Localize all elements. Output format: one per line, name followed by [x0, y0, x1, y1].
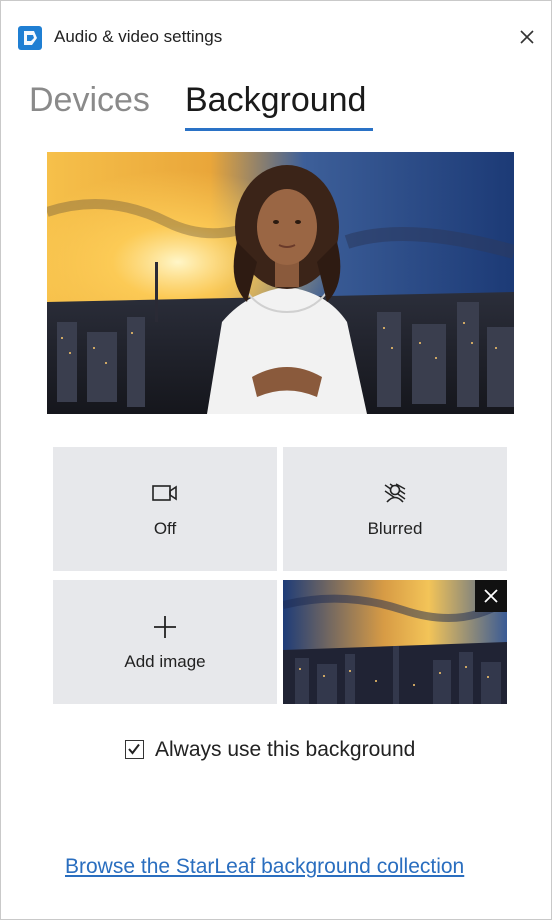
title-bar: Audio & video settings: [1, 1, 551, 63]
blurred-label: Blurred: [367, 519, 423, 538]
blur-icon: [384, 483, 406, 503]
plus-icon: [154, 616, 176, 638]
background-option-off[interactable]: Off: [53, 447, 277, 571]
city-background-thumbnail: [283, 580, 507, 704]
close-icon: [520, 30, 534, 44]
active-tab-indicator: [185, 128, 373, 131]
window-title: Audio & video settings: [54, 27, 223, 46]
always-use-checkbox[interactable]: [125, 740, 144, 759]
camera-off-icon: [152, 485, 177, 501]
background-option-blurred[interactable]: Blurred: [283, 447, 507, 571]
background-option-custom-image[interactable]: [283, 580, 507, 704]
settings-window: Audio & video settings Devices Backgroun…: [0, 0, 552, 920]
always-use-label: Always use this background: [155, 738, 416, 761]
remove-icon: [484, 589, 498, 603]
starleaf-logo-icon: [18, 26, 42, 50]
checkmark-icon: [128, 743, 140, 755]
browse-collection-link[interactable]: Browse the StarLeaf background collectio…: [65, 855, 464, 879]
add-image-button[interactable]: Add image: [53, 580, 277, 704]
close-button[interactable]: [513, 23, 541, 51]
video-preview: [47, 152, 514, 414]
off-label: Off: [153, 519, 177, 538]
tab-devices[interactable]: Devices: [29, 81, 150, 120]
tab-background[interactable]: Background: [185, 81, 366, 120]
remove-image-button[interactable]: [475, 580, 507, 612]
add-image-label: Add image: [124, 652, 206, 671]
